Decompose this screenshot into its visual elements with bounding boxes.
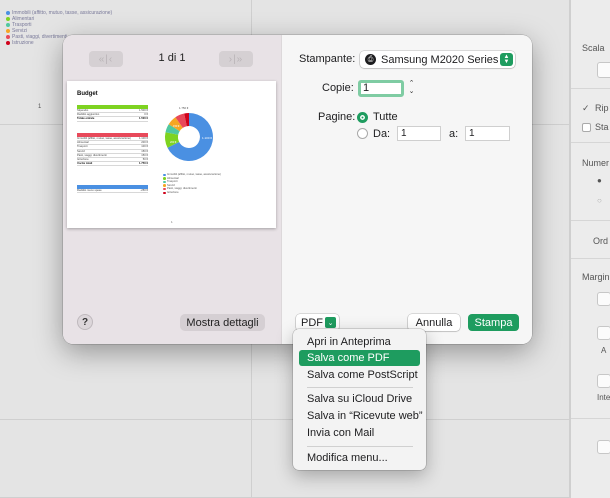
checkbox[interactable] bbox=[582, 123, 591, 133]
preview-page-number: 1 bbox=[171, 220, 173, 224]
menu-item-edit-menu[interactable]: Modifica menu... bbox=[299, 450, 420, 466]
legend-dot bbox=[6, 29, 10, 33]
repeat-checkbox-row[interactable]: ✓ Rip bbox=[582, 103, 609, 114]
format-side-panel: Scala ✓ Rip Sta Numer ● ○ Ord Margin A I… bbox=[570, 0, 610, 498]
radio-dot-icon[interactable]: ● bbox=[597, 176, 602, 185]
margin-field[interactable] bbox=[597, 440, 610, 454]
help-button[interactable]: ? bbox=[77, 314, 93, 330]
preview-title: Budget bbox=[77, 91, 98, 97]
margin-field[interactable] bbox=[597, 292, 610, 306]
copies-label: Copie: bbox=[322, 82, 354, 94]
chevron-down-icon[interactable]: ⌄ bbox=[407, 88, 416, 96]
legend-dot bbox=[6, 17, 10, 21]
table-row: Uscite totali 1.750 € bbox=[77, 162, 148, 167]
legend-dot bbox=[6, 11, 10, 15]
menu-separator bbox=[307, 387, 413, 388]
legend-dot bbox=[6, 23, 10, 27]
pdf-dropdown-menu: Apri in Anteprima Salva come PDF Salva c… bbox=[293, 329, 426, 470]
margin-field[interactable] bbox=[597, 374, 610, 388]
menu-item-save-web-receipts[interactable]: Salva in “Ricevute web” bbox=[299, 408, 423, 424]
printer-icon: ⎙ bbox=[365, 54, 376, 65]
preview-expense-table: Immobili (affitto, mutuo, tasse, assicur… bbox=[77, 133, 148, 167]
pdf-label: PDF bbox=[301, 316, 323, 329]
print-dialog: «|‹ 1 di 1 ›|» Budget Stipendio 1.500 € R… bbox=[63, 35, 532, 344]
donut-slice-label: 1.100 € bbox=[202, 136, 212, 140]
legend-label: Istruzione bbox=[12, 40, 34, 46]
sheet-page-number: 1 bbox=[38, 104, 42, 110]
show-details-button[interactable]: Mostra dettagli bbox=[180, 314, 265, 331]
print-label: Sta bbox=[595, 122, 609, 132]
pages-to-input[interactable]: 1 bbox=[465, 126, 510, 141]
divider bbox=[571, 88, 610, 89]
margin-a-label: A bbox=[601, 346, 607, 355]
menu-separator bbox=[307, 446, 413, 447]
menu-item-open-preview[interactable]: Apri in Anteprima bbox=[299, 334, 420, 350]
donut-slice-label: 200 € bbox=[170, 140, 177, 144]
legend-dot bbox=[6, 41, 10, 45]
interval-label: Inte bbox=[597, 393, 610, 402]
pages-from-input[interactable]: 1 bbox=[397, 126, 441, 141]
legend-dot bbox=[6, 35, 10, 39]
pages-to-label: a: bbox=[449, 128, 459, 140]
pages-all-label: Tutte bbox=[373, 111, 398, 123]
chevron-down-icon: ⌄ bbox=[325, 317, 336, 328]
chevron-up-icon[interactable]: ⌃ bbox=[407, 80, 416, 88]
pages-label: Pagine: bbox=[318, 111, 356, 123]
radio-empty-icon[interactable]: ○ bbox=[597, 196, 602, 205]
pages-from-label: Da: bbox=[373, 128, 391, 140]
table-row: Totale entrate 1.500 € bbox=[77, 117, 148, 122]
numbering-label: Numer bbox=[582, 158, 610, 168]
preview-pane: «|‹ 1 di 1 ›|» Budget Stipendio 1.500 € R… bbox=[63, 35, 281, 344]
printer-value: Samsung M2020 Series bbox=[381, 53, 499, 66]
menu-item-save-pdf[interactable]: Salva come PDF bbox=[299, 350, 420, 366]
margin-field[interactable] bbox=[597, 326, 610, 340]
menu-item-save-icloud[interactable]: Salva su iCloud Drive bbox=[299, 391, 420, 407]
donut-slice-label: 150 € bbox=[173, 124, 180, 128]
printer-label: Stampante: bbox=[299, 53, 356, 65]
sheet-page-cell bbox=[0, 420, 252, 498]
page-preview: Budget Stipendio 1.500 € Reddito aggiunti… bbox=[67, 81, 276, 228]
prev-page-button[interactable]: «|‹ bbox=[89, 51, 123, 67]
divider bbox=[571, 258, 610, 259]
preview-chart-total: 1.750 € bbox=[179, 106, 189, 110]
select-arrows-icon: ▲ ▼ bbox=[500, 53, 513, 66]
print-button[interactable]: Stampa bbox=[468, 314, 519, 331]
page-indicator: 1 di 1 bbox=[158, 52, 186, 64]
preview-income-table: Stipendio 1.500 € Reddito aggiuntivo 0 € T… bbox=[77, 105, 148, 122]
order-label: Ord bbox=[593, 236, 609, 246]
scale-label: Scala bbox=[582, 43, 605, 53]
next-page-button[interactable]: ›|» bbox=[219, 51, 253, 67]
copies-stepper[interactable]: ⌃ ⌄ bbox=[407, 80, 416, 97]
preview-chart-legend: Immobili (affitto, mutuo, tasse, assicur… bbox=[163, 173, 221, 195]
menu-item-save-postscript[interactable]: Salva come PostScript bbox=[299, 367, 420, 383]
scale-field[interactable] bbox=[597, 62, 610, 78]
pages-all-radio[interactable] bbox=[357, 112, 368, 123]
preview-donut-chart: 1.100 € 200 € 150 € bbox=[165, 113, 213, 161]
repeat-label: Rip bbox=[595, 103, 609, 113]
settings-pane: Stampante: ⎙ Samsung M2020 Series ▲ ▼ Cop… bbox=[281, 35, 532, 344]
copies-input[interactable]: 1 bbox=[358, 80, 404, 97]
pages-range-radio[interactable] bbox=[357, 128, 368, 139]
divider bbox=[571, 418, 610, 419]
divider bbox=[571, 220, 610, 221]
table-row: Reddito meno spese -250 € bbox=[77, 189, 148, 194]
legend-item: Istruzione bbox=[163, 191, 221, 195]
menu-item-send-mail[interactable]: Invia con Mail bbox=[299, 425, 420, 441]
preview-balance-table: Reddito meno spese -250 € bbox=[77, 185, 148, 194]
divider bbox=[571, 142, 610, 143]
print-checkbox-row[interactable]: Sta bbox=[582, 122, 609, 133]
printer-select[interactable]: ⎙ Samsung M2020 Series ▲ ▼ bbox=[360, 51, 515, 68]
margins-label: Margin bbox=[582, 272, 610, 282]
